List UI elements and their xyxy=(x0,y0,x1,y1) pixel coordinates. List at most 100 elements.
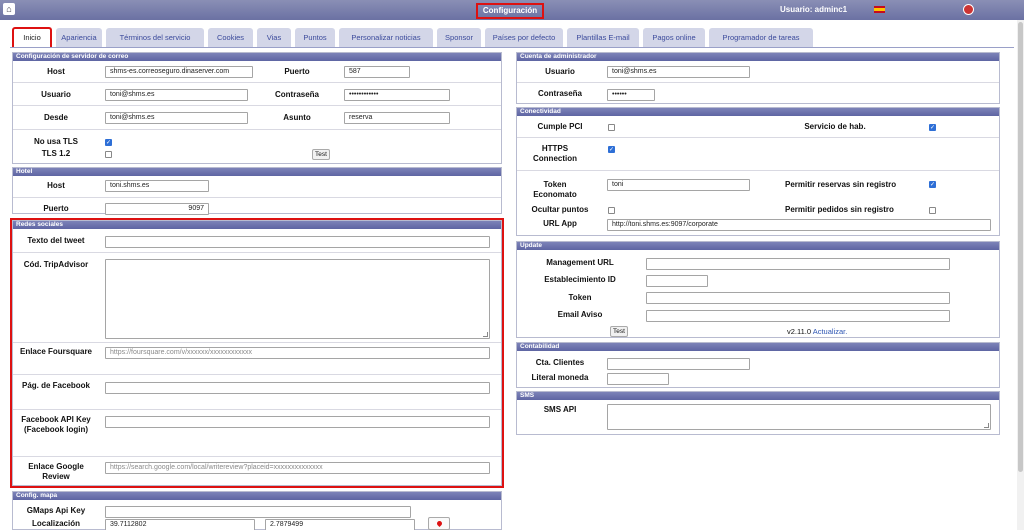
tweet-input[interactable] xyxy=(105,236,490,248)
tab-noticias[interactable]: Personalizar noticias xyxy=(339,28,433,48)
mail-password-input[interactable]: •••••••••••• xyxy=(344,89,450,101)
hide-points-checkbox[interactable] xyxy=(608,207,615,214)
facebook-input[interactable] xyxy=(105,382,490,394)
update-token-label: Token xyxy=(568,293,592,302)
panel-title: Update xyxy=(517,242,999,250)
hide-points-label: Ocultar puntos xyxy=(531,205,589,214)
update-link[interactable]: Actualizar. xyxy=(813,327,848,336)
establishment-id-input[interactable] xyxy=(646,275,708,287)
location-label: Localización xyxy=(31,519,80,528)
mail-user-input[interactable]: toni@shms.es xyxy=(105,89,248,101)
tab-pagos[interactable]: Pagos online xyxy=(643,28,705,48)
tab-sponsor[interactable]: Sponsor xyxy=(437,28,481,48)
tab-divider xyxy=(10,47,1014,48)
page-title: Configuración xyxy=(476,3,544,19)
clients-account-label: Cta. Clientes xyxy=(535,358,585,367)
panel-title: SMS xyxy=(517,392,999,400)
longitude-input[interactable]: 2.7879499 xyxy=(265,519,415,530)
pci-checkbox[interactable] xyxy=(608,124,615,131)
google-review-input[interactable]: https://search.google.com/local/writerev… xyxy=(105,462,490,474)
tab-programador[interactable]: Programador de tareas xyxy=(709,28,813,48)
tripadvisor-label: Cód. TripAdvisor xyxy=(23,260,89,269)
divider xyxy=(517,170,999,171)
mail-subject-input[interactable]: reserva xyxy=(344,112,450,124)
foursquare-label: Enlace Foursquare xyxy=(19,347,93,356)
hotel-host-input[interactable]: toni.shms.es xyxy=(105,180,209,192)
tab-terminos[interactable]: Términos del servicio xyxy=(106,28,204,48)
admin-password-label: Contraseña xyxy=(537,89,582,98)
room-service-checkbox[interactable]: ✓ xyxy=(929,124,936,131)
panel-title: Contabilidad xyxy=(517,343,999,351)
url-app-input[interactable]: http://toni.shms.es:9097/corporate xyxy=(607,219,991,231)
spain-flag-icon[interactable] xyxy=(874,6,885,13)
facebook-label: Pág. de Facebook xyxy=(21,381,91,390)
google-review-label: Enlace Google Review xyxy=(28,462,84,481)
tab-apariencia[interactable]: Apariencia xyxy=(56,28,102,48)
map-pin-icon[interactable] xyxy=(428,517,450,530)
panel-title: Hotel xyxy=(13,168,501,176)
power-icon[interactable] xyxy=(963,4,974,15)
gmaps-key-input[interactable] xyxy=(105,506,411,518)
version-label: v2.11.0 xyxy=(787,327,812,336)
currency-literal-label: Literal moneda xyxy=(531,373,589,382)
divider xyxy=(13,374,501,375)
tab-paises[interactable]: Países por defecto xyxy=(485,28,563,48)
tab-puntos[interactable]: Puntos xyxy=(295,28,335,48)
sms-api-textarea[interactable] xyxy=(607,404,991,430)
mail-port-input[interactable]: 587 xyxy=(344,66,410,78)
admin-user-label: Usuario xyxy=(545,67,575,76)
tripadvisor-textarea[interactable] xyxy=(105,259,490,339)
panel-title: Cuenta de administrador xyxy=(517,53,999,61)
top-bar: ⌂ Configuración Usuario: adminc1 xyxy=(0,0,1024,20)
update-test-button[interactable]: Test xyxy=(610,326,628,337)
allow-reservations-label: Permitir reservas sin registro xyxy=(785,180,897,189)
tab-cookies[interactable]: Cookies xyxy=(208,28,253,48)
no-tls-label: No usa TLS xyxy=(33,137,78,146)
management-url-label: Management URL xyxy=(546,258,614,267)
allow-reservations-checkbox[interactable]: ✓ xyxy=(929,181,936,188)
resize-grip-icon[interactable] xyxy=(483,332,488,337)
divider xyxy=(13,252,501,253)
resize-grip-icon[interactable] xyxy=(984,423,989,428)
management-url-input[interactable] xyxy=(646,258,950,270)
fbapi-label: Facebook API Key (Facebook login) xyxy=(21,415,91,434)
pci-label: Cumple PCI xyxy=(537,122,583,131)
mail-port-label: Puerto xyxy=(284,67,310,76)
sms-api-label: SMS API xyxy=(543,405,577,414)
no-tls-checkbox[interactable]: ✓ xyxy=(105,139,112,146)
mail-from-label: Desde xyxy=(43,113,68,122)
admin-password-input[interactable]: •••••• xyxy=(607,89,655,101)
currency-literal-input[interactable] xyxy=(607,373,669,385)
scrollbar-thumb[interactable] xyxy=(1018,22,1023,472)
latitude-input[interactable]: 39.7112802 xyxy=(105,519,255,530)
tab-vias[interactable]: Vias xyxy=(257,28,291,48)
mail-user-label: Usuario xyxy=(41,90,71,99)
panel-title: Conectividad xyxy=(517,108,999,116)
tls12-checkbox[interactable] xyxy=(105,151,112,158)
mail-test-button[interactable]: Test xyxy=(312,149,330,160)
tab-inicio[interactable]: Inicio xyxy=(12,27,52,47)
room-service-label: Servicio de hab. xyxy=(804,122,866,131)
email-aviso-input[interactable] xyxy=(646,310,950,322)
divider xyxy=(13,82,501,83)
divider xyxy=(13,197,501,198)
admin-user-input[interactable]: toni@shms.es xyxy=(607,66,750,78)
gmaps-key-label: GMaps Api Key xyxy=(26,506,86,515)
fbapi-input[interactable] xyxy=(105,416,490,428)
hotel-port-label: Puerto xyxy=(43,204,69,213)
clients-account-input[interactable] xyxy=(607,358,750,370)
foursquare-input[interactable]: https://foursquare.com/v/xxxxxx/xxxxxxxx… xyxy=(105,347,490,359)
update-token-input[interactable] xyxy=(646,292,950,304)
update-panel: Update xyxy=(516,241,1000,338)
panel-title: Config. mapa xyxy=(13,492,501,500)
mail-host-input[interactable]: shms-es.correoseguro.dinaserver.com xyxy=(105,66,253,78)
allow-orders-checkbox[interactable] xyxy=(929,207,936,214)
mail-from-input[interactable]: toni@shms.es xyxy=(105,112,248,124)
token-economato-input[interactable]: toni xyxy=(607,179,750,191)
home-icon[interactable]: ⌂ xyxy=(3,3,15,15)
tab-plantillas[interactable]: Plantillas E-mail xyxy=(567,28,639,48)
hotel-port-input[interactable]: 9097 xyxy=(105,203,209,215)
https-checkbox[interactable]: ✓ xyxy=(608,146,615,153)
user-label: Usuario: adminc1 xyxy=(780,5,848,14)
token-economato-label: Token Economato xyxy=(533,180,577,199)
